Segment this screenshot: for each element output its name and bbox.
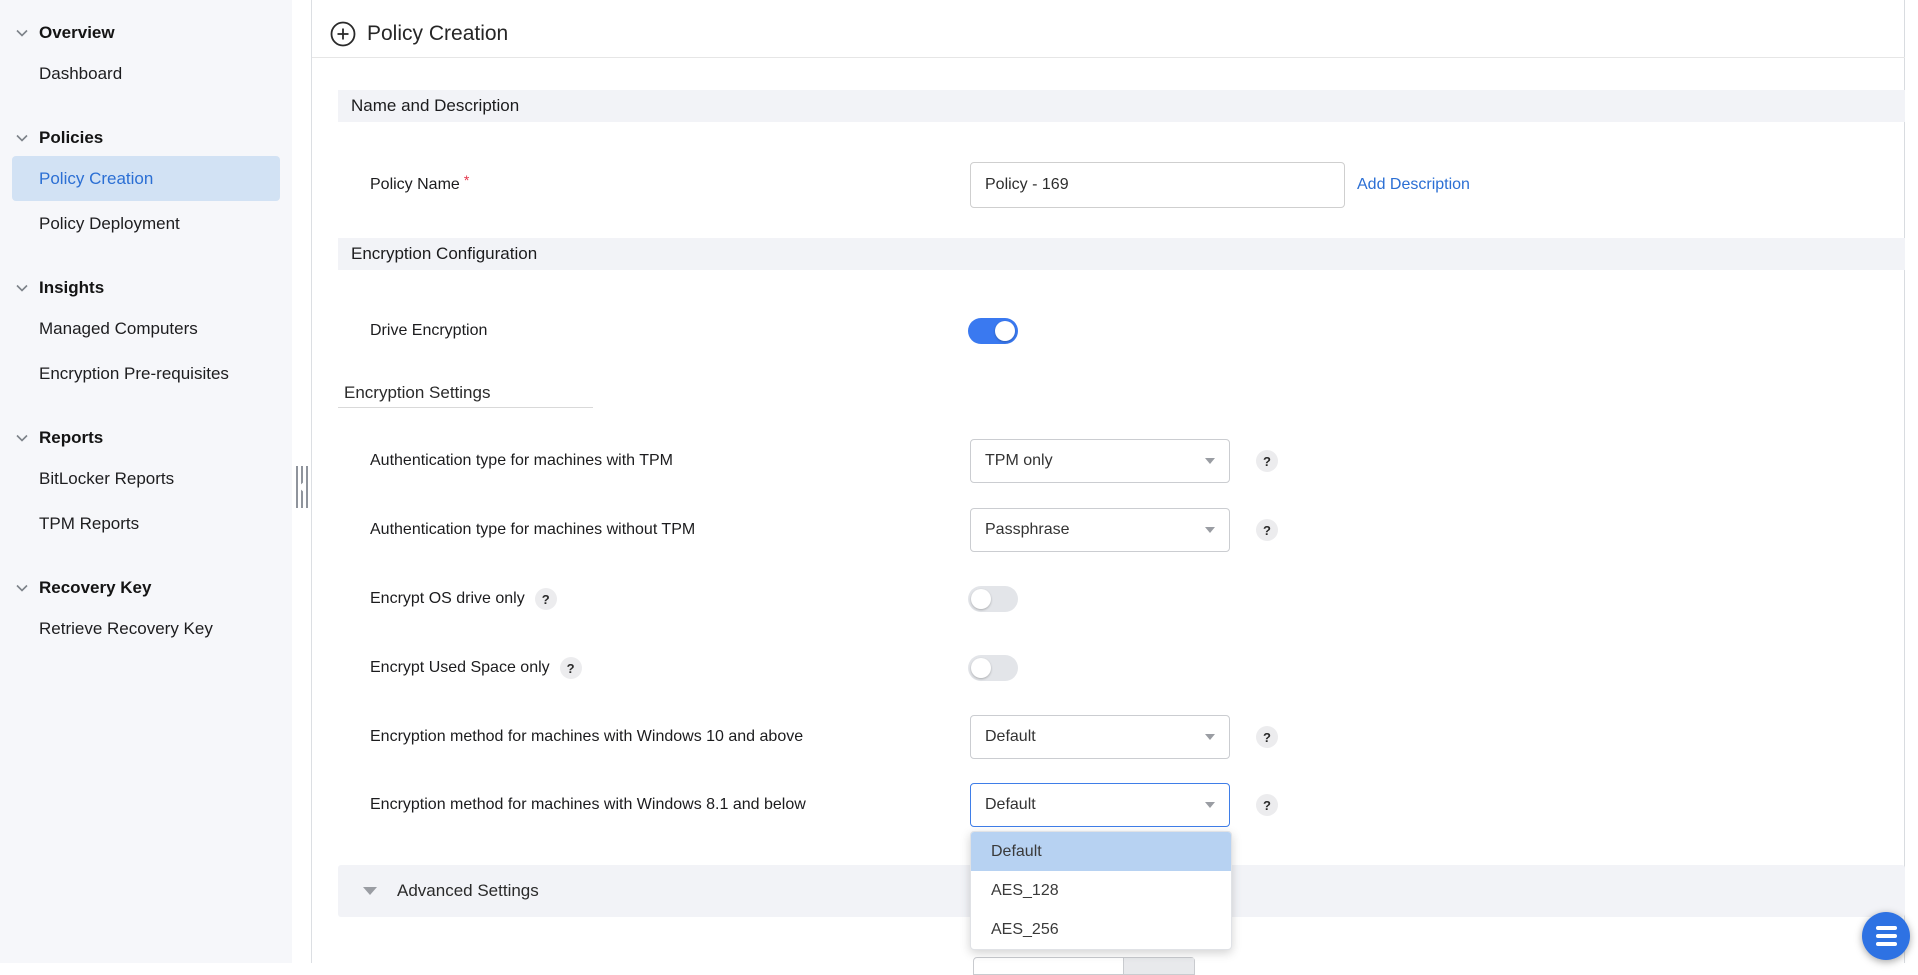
- sidebar-group-reports: Reports BitLocker Reports TPM Reports: [0, 420, 292, 546]
- sidebar-resize-handle[interactable]: [296, 466, 311, 508]
- required-asterisk: *: [464, 172, 469, 188]
- drive-encryption-label: Drive Encryption: [370, 322, 487, 340]
- caret-down-icon: [1205, 802, 1215, 808]
- chevron-down-icon: [15, 431, 29, 445]
- sidebar-item-tpm-reports[interactable]: TPM Reports: [12, 501, 280, 546]
- sidebar-section-label: Recovery Key: [39, 578, 151, 598]
- section-header-name-description: Name and Description: [338, 90, 1905, 122]
- sidebar-item-label: TPM Reports: [39, 514, 139, 534]
- sidebar-item-label: Policy Creation: [39, 169, 153, 189]
- sidebar-section-overview[interactable]: Overview: [0, 15, 292, 51]
- encryption-method-win10-select[interactable]: Default: [970, 715, 1230, 759]
- sidebar-item-policy-deployment[interactable]: Policy Deployment: [12, 201, 280, 246]
- sidebar-item-label: Managed Computers: [39, 319, 198, 339]
- dropdown-option-aes-256[interactable]: AES_256: [971, 910, 1231, 949]
- encrypt-used-space-only-label: Encrypt Used Space only ?: [370, 657, 582, 679]
- chevron-down-icon: [15, 581, 29, 595]
- help-icon[interactable]: ?: [1256, 794, 1278, 816]
- encryption-method-win10-label: Encryption method for machines with Wind…: [370, 728, 803, 746]
- triangle-down-icon: [363, 887, 377, 895]
- sidebar-item-label: Dashboard: [39, 64, 122, 84]
- advanced-settings-label: Advanced Settings: [397, 881, 539, 901]
- floating-menu-button[interactable]: [1862, 912, 1910, 960]
- select-value: Default: [985, 796, 1036, 814]
- drive-encryption-toggle[interactable]: [968, 318, 1018, 344]
- page-header: Policy Creation: [330, 19, 508, 49]
- toggle-knob: [995, 321, 1015, 341]
- encryption-method-win81-select[interactable]: Default: [970, 783, 1230, 827]
- sidebar-item-label: Encryption Pre-requisites: [39, 364, 229, 384]
- toggle-knob: [971, 658, 991, 678]
- sidebar-section-recovery-key[interactable]: Recovery Key: [0, 570, 292, 606]
- sidebar-section-reports[interactable]: Reports: [0, 420, 292, 456]
- dropdown-option-default[interactable]: Default: [971, 832, 1231, 871]
- sidebar-group-overview: Overview Dashboard: [0, 15, 292, 96]
- encryption-settings-heading: Encryption Settings: [344, 383, 490, 403]
- chevron-down-icon: [15, 26, 29, 40]
- sidebar-item-encryption-prerequisites[interactable]: Encryption Pre-requisites: [12, 351, 280, 396]
- help-icon[interactable]: ?: [1256, 450, 1278, 472]
- sidebar-section-label: Insights: [39, 278, 104, 298]
- help-icon[interactable]: ?: [535, 588, 557, 610]
- clipped-input-button[interactable]: [1123, 958, 1194, 974]
- sidebar-item-bitlocker-reports[interactable]: BitLocker Reports: [12, 456, 280, 501]
- page-title: Policy Creation: [367, 22, 508, 46]
- sidebar-item-managed-computers[interactable]: Managed Computers: [12, 306, 280, 351]
- sidebar-group-recovery-key: Recovery Key Retrieve Recovery Key: [0, 570, 292, 651]
- caret-down-icon: [1205, 527, 1215, 533]
- help-icon[interactable]: ?: [1256, 519, 1278, 541]
- encrypt-used-space-only-toggle[interactable]: [968, 655, 1018, 681]
- policy-name-label: Policy Name *: [370, 176, 469, 194]
- help-icon[interactable]: ?: [560, 657, 582, 679]
- section-header-encryption-configuration: Encryption Configuration: [338, 238, 1905, 270]
- add-description-link[interactable]: Add Description: [1357, 176, 1470, 194]
- encrypt-os-drive-only-label: Encrypt OS drive only ?: [370, 588, 557, 610]
- encrypt-os-drive-only-toggle[interactable]: [968, 586, 1018, 612]
- scrollbar-track[interactable]: [1905, 0, 1918, 963]
- sidebar: Overview Dashboard Policies Policy Creat…: [0, 0, 292, 963]
- sidebar-item-retrieve-recovery-key[interactable]: Retrieve Recovery Key: [12, 606, 280, 651]
- sidebar-section-insights[interactable]: Insights: [0, 270, 292, 306]
- sidebar-item-label: BitLocker Reports: [39, 469, 174, 489]
- encryption-method-win81-label: Encryption method for machines with Wind…: [370, 796, 806, 814]
- chevron-down-icon: [15, 281, 29, 295]
- section-title: Name and Description: [351, 96, 519, 116]
- sidebar-group-policies: Policies Policy Creation Policy Deployme…: [0, 120, 292, 246]
- add-policy-icon[interactable]: [330, 21, 356, 47]
- select-value: TPM only: [985, 452, 1053, 470]
- auth-type-without-tpm-label: Authentication type for machines without…: [370, 521, 695, 539]
- clipped-input-control[interactable]: [973, 957, 1195, 975]
- sidebar-section-label: Reports: [39, 428, 103, 448]
- toggle-knob: [971, 589, 991, 609]
- sidebar-section-label: Overview: [39, 23, 115, 43]
- sidebar-section-label: Policies: [39, 128, 103, 148]
- sidebar-item-dashboard[interactable]: Dashboard: [12, 51, 280, 96]
- sidebar-item-policy-creation[interactable]: Policy Creation: [12, 156, 280, 201]
- auth-type-without-tpm-select[interactable]: Passphrase: [970, 508, 1230, 552]
- caret-down-icon: [1205, 458, 1215, 464]
- subheading-underline: [338, 407, 593, 408]
- policy-name-input[interactable]: [970, 162, 1345, 208]
- collapse-arrow-icon: [298, 480, 306, 494]
- auth-type-with-tpm-select[interactable]: TPM only: [970, 439, 1230, 483]
- chevron-down-icon: [15, 131, 29, 145]
- select-value: Passphrase: [985, 521, 1070, 539]
- caret-down-icon: [1205, 734, 1215, 740]
- sidebar-section-policies[interactable]: Policies: [0, 120, 292, 156]
- auth-type-with-tpm-label: Authentication type for machines with TP…: [370, 452, 673, 470]
- section-title: Encryption Configuration: [351, 244, 537, 264]
- dropdown-option-aes-128[interactable]: AES_128: [971, 871, 1231, 910]
- help-icon[interactable]: ?: [1256, 726, 1278, 748]
- sidebar-item-label: Policy Deployment: [39, 214, 180, 234]
- sidebar-item-label: Retrieve Recovery Key: [39, 619, 213, 639]
- sidebar-group-insights: Insights Managed Computers Encryption Pr…: [0, 270, 292, 396]
- header-divider: [312, 57, 1905, 58]
- select-value: Default: [985, 728, 1036, 746]
- encryption-method-dropdown-menu: Default AES_128 AES_256: [970, 831, 1232, 950]
- hamburger-icon: [1876, 926, 1897, 930]
